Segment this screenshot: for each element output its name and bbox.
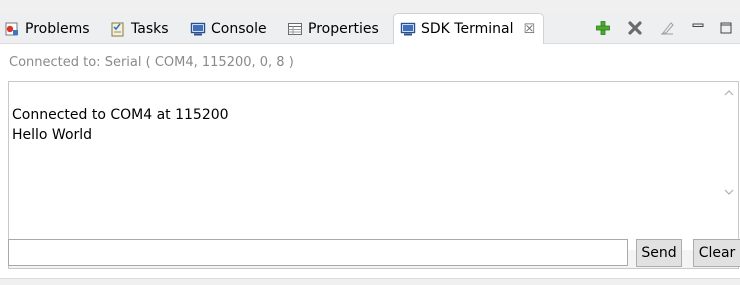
- view-tab-bar: Problems Tasks Console Properties SDK Te…: [0, 12, 740, 44]
- terminal-icon: [400, 21, 416, 37]
- tab-problems[interactable]: Problems: [4, 14, 90, 43]
- maximize-icon[interactable]: [717, 19, 735, 37]
- terminal-panel: Connected to: Serial ( COM4, 115200, 0, …: [0, 44, 740, 279]
- sdk-terminal-view: Problems Tasks Console Properties SDK Te…: [0, 0, 740, 285]
- minimize-icon[interactable]: [689, 19, 707, 37]
- problems-icon: [4, 21, 20, 37]
- scroll-up-icon[interactable]: [724, 87, 734, 98]
- connection-status: Connected to: Serial ( COM4, 115200, 0, …: [9, 55, 294, 70]
- clear-icon[interactable]: [658, 19, 676, 37]
- tab-label: Tasks: [131, 20, 169, 37]
- command-row: Send Clear: [8, 239, 740, 267]
- vertical-scrollbar[interactable]: [720, 82, 738, 208]
- tab-properties[interactable]: Properties: [287, 14, 379, 43]
- terminal-line: Connected to COM4 at 115200: [12, 107, 229, 123]
- remove-icon[interactable]: [626, 19, 644, 37]
- scroll-down-icon[interactable]: [724, 187, 734, 198]
- clear-button[interactable]: Clear: [693, 239, 740, 267]
- console-icon: [190, 21, 206, 37]
- command-input[interactable]: [8, 239, 628, 266]
- tasks-icon: [110, 21, 126, 37]
- tab-sdk-terminal[interactable]: SDK Terminal ☒: [393, 13, 545, 44]
- send-button[interactable]: Send: [636, 239, 682, 267]
- tab-console[interactable]: Console: [190, 14, 267, 43]
- tab-tasks[interactable]: Tasks: [110, 14, 169, 43]
- tab-label: Properties: [308, 20, 379, 37]
- add-icon[interactable]: [594, 19, 612, 37]
- tab-label: SDK Terminal: [421, 21, 514, 37]
- close-tab-icon[interactable]: ☒: [523, 23, 535, 36]
- tab-label: Console: [211, 20, 267, 37]
- properties-icon: [287, 21, 303, 37]
- tab-label: Problems: [25, 20, 90, 37]
- terminal-text: Connected to COM4 at 115200 Hello World: [12, 105, 229, 145]
- terminal-line: Hello World: [12, 127, 93, 143]
